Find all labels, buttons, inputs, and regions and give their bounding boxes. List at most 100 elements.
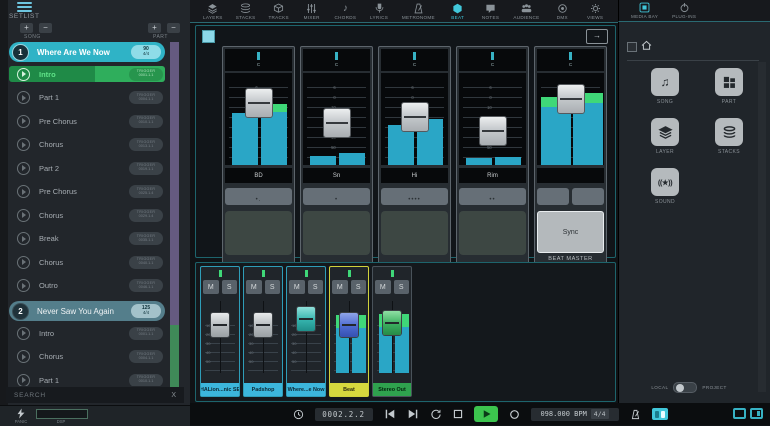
cycle-button[interactable] [430,409,442,420]
filter-checkbox[interactable] [627,42,637,52]
tab-beat-active[interactable]: BEAT [448,3,468,20]
pattern-button-a[interactable] [537,188,569,205]
beat-next-page-button[interactable]: → [586,29,608,44]
tab-audience[interactable]: AUDIENCE [513,3,539,20]
channel-fader[interactable]: 601020304050 [225,73,292,165]
setlist-part[interactable]: Chorus TRIGGER 0029.1.4 [9,207,165,223]
strip-fader[interactable] [332,299,366,375]
strip-fader[interactable]: 10 20 30 40 50 [246,299,280,375]
solo-button[interactable]: S [350,280,366,294]
beat-display-button[interactable] [651,408,668,420]
mixer-strip-padshop[interactable]: M S 10 20 30 40 50 Padshop [243,266,283,397]
setlist-scrollbar[interactable] [170,42,179,390]
pattern-button-b[interactable] [572,188,604,205]
add-part-button[interactable]: + [148,23,161,33]
layout-single-button[interactable] [733,408,746,419]
tab-lyrics[interactable]: LYRICS [369,3,389,20]
media-tile-part[interactable]: PART [701,68,757,105]
solo-button[interactable]: S [221,280,237,294]
sync-button[interactable]: Sync [537,211,604,253]
play-part-icon[interactable] [17,67,30,81]
fader-handle[interactable] [297,307,315,331]
play-part-icon[interactable] [17,279,30,292]
fader-handle[interactable] [557,85,584,113]
tab-plug-ins[interactable]: PLUG-INS [672,2,696,19]
pattern-select-button[interactable]: •••• [381,188,448,205]
setlist-song-2[interactable]: 2 Never Saw You Again 125 4/4 [9,301,165,321]
mixer-strip-where-are-we-now[interactable]: M S 10 20 30 40 50 Where...e Now [286,266,326,397]
home-icon[interactable] [641,40,652,51]
play-part-icon[interactable] [17,373,30,386]
play-part-icon[interactable] [17,255,30,269]
metronome-button[interactable] [630,409,641,420]
strip-fader[interactable]: 10 20 30 40 50 [289,299,323,375]
mute-button[interactable]: M [246,280,262,294]
media-tile-sound[interactable]: ((★)) SOUND [637,168,693,205]
layout-split-button[interactable] [750,408,763,419]
mute-button[interactable]: M [289,280,305,294]
beat-color-swatch[interactable] [202,30,215,43]
setlist-part[interactable]: Part 2 TRIGGER 0019.1.1 [9,160,165,176]
setlist-part[interactable]: Chorus TRIGGER 0004.1.1 [9,349,165,365]
play-part-icon[interactable] [17,350,30,363]
play-part-icon[interactable] [17,138,30,151]
pan-control[interactable]: C [225,49,292,71]
stop-button[interactable] [453,409,463,419]
setlist-part[interactable]: Break TRIGGER 0035.1.1 [9,231,165,247]
record-button[interactable] [509,409,520,420]
drum-pad[interactable] [225,211,292,255]
solo-button[interactable]: S [393,280,409,294]
solo-button[interactable]: S [307,280,323,294]
play-part-icon[interactable] [17,326,30,340]
setlist-part-intro-active[interactable]: Intro TRIGGER 0001.1.1 [9,66,165,82]
add-song-button[interactable]: + [20,23,33,33]
local-project-toggle[interactable] [673,382,698,393]
channel-fader[interactable]: 601020304050 [381,73,448,165]
fader-handle[interactable] [211,313,229,337]
master-fader[interactable] [537,73,604,165]
solo-button[interactable]: S [264,280,280,294]
play-part-icon[interactable] [17,208,30,222]
play-button[interactable] [473,406,498,422]
drum-pad[interactable] [381,211,448,255]
mixer-strip-beat-selected[interactable]: M S Beat [329,266,369,397]
fader-handle[interactable] [401,103,428,131]
tab-stacks[interactable]: STACKS [236,2,256,20]
fader-handle[interactable] [340,313,358,337]
tempo-display[interactable]: 098.000 BPM 4/4 [530,407,619,421]
play-part-icon[interactable] [17,185,30,198]
play-part-icon[interactable] [17,114,30,128]
search-clear-button[interactable]: X [163,392,184,399]
setlist-part[interactable]: Part 1 TRIGGER 0010.1.1 [9,372,165,386]
tab-tracks[interactable]: TRACKS [268,3,289,20]
fader-handle[interactable] [254,313,272,337]
setlist-part[interactable]: Outro TRIGGER 0046.1.1 [9,278,165,294]
panic-button[interactable]: PANIC [12,408,30,424]
pan-control[interactable]: C [459,49,526,71]
tab-notes[interactable]: NOTES [481,3,501,20]
pattern-select-button[interactable]: •. [225,188,292,205]
strip-fader[interactable]: 10 20 30 40 50 [203,299,237,375]
channel-fader[interactable]: 601020304050 [459,73,526,165]
fader-handle[interactable] [383,311,401,335]
drum-pad[interactable] [303,211,370,255]
pan-control[interactable]: C [381,49,448,71]
fader-handle[interactable] [323,109,350,137]
strip-fader[interactable] [375,299,409,375]
pattern-select-button[interactable]: •• [459,188,526,205]
setlist-song-1[interactable]: 1 Where Are We Now 90 4/4 [9,42,165,62]
position-display[interactable]: 0002.2.2 [314,407,373,421]
scrollbar-song1-segment[interactable] [170,42,179,325]
tab-dmx[interactable]: DMX [552,3,572,20]
media-tile-layer[interactable]: LAYER [637,118,693,155]
media-tile-stacks[interactable]: STACKS [701,118,757,155]
mixer-strip-stereo-out[interactable]: M S Stereo Out [372,266,412,397]
setlist-part[interactable]: Part 1 TRIGGER 0004.1.1 [9,90,165,106]
remove-part-button[interactable]: − [167,23,180,33]
mute-button[interactable]: M [332,280,348,294]
mixer-strip-halion[interactable]: M S 10 20 30 40 50 HALion...nic SE [200,266,240,397]
fader-handle[interactable] [245,89,272,117]
channel-fader[interactable]: 601020304050 [303,73,370,165]
pan-control[interactable]: C [537,49,604,71]
mute-button[interactable]: M [375,280,391,294]
